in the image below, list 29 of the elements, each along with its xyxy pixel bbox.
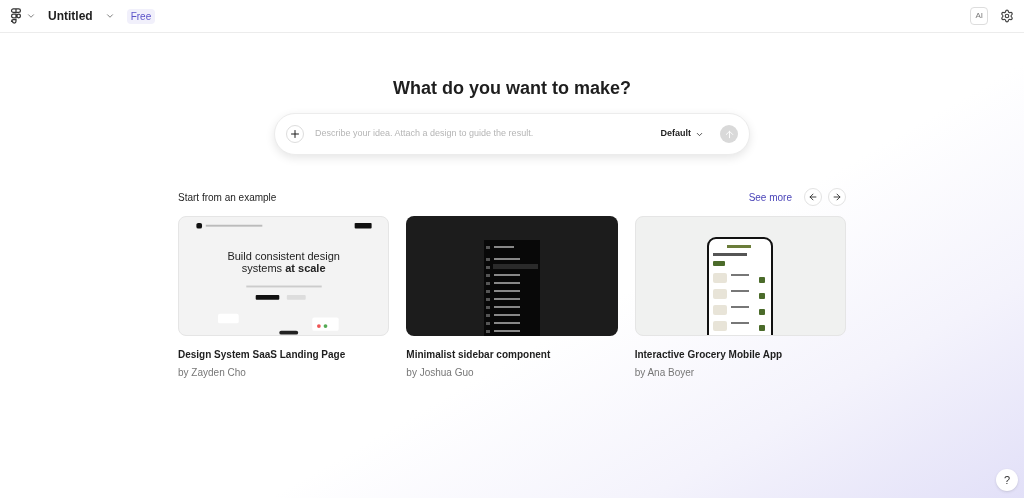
settings-icon[interactable] (1000, 9, 1014, 23)
file-name[interactable]: Untitled (48, 7, 93, 25)
example-author: by Zayden Cho (178, 366, 247, 380)
chevron-down-icon[interactable] (104, 11, 115, 21)
plus-icon (289, 128, 301, 140)
thumbnail-headline: Build consistent design systems at scale (226, 250, 341, 275)
arrow-up-icon (723, 128, 735, 140)
previous-button[interactable] (804, 188, 822, 206)
prompt-input[interactable]: Describe your idea. Attach a design to guide the result. (315, 127, 661, 141)
arrow-right-icon (832, 192, 842, 202)
thumbnail[interactable]: Build consistent design systems at scale (178, 216, 390, 336)
example-title[interactable]: Minimalist sidebar component (406, 347, 618, 362)
thumbnail[interactable] (634, 216, 846, 336)
model-dropdown[interactable]: Default (660, 127, 704, 141)
ai-badge[interactable]: AI (970, 7, 988, 25)
logo-icon[interactable] (10, 8, 22, 24)
page-heading: What do you want to make? (393, 77, 631, 100)
example-title[interactable]: Design System SaaS Landing Page (178, 347, 390, 362)
example-author: by Ana Boyer (634, 366, 696, 380)
arrow-left-icon (808, 192, 818, 202)
chevron-down-icon[interactable] (26, 11, 36, 21)
example-author: by Joshua Guo (406, 366, 475, 380)
next-button[interactable] (828, 188, 846, 206)
example-title[interactable]: Interactive Grocery Mobile App (634, 347, 846, 362)
thumbnail[interactable] (406, 216, 618, 336)
see-more-link[interactable]: See more (748, 189, 792, 205)
section-title: Start from an example (178, 190, 277, 205)
help-button[interactable]: ? (996, 469, 1018, 491)
plan-badge: Free (126, 8, 156, 24)
